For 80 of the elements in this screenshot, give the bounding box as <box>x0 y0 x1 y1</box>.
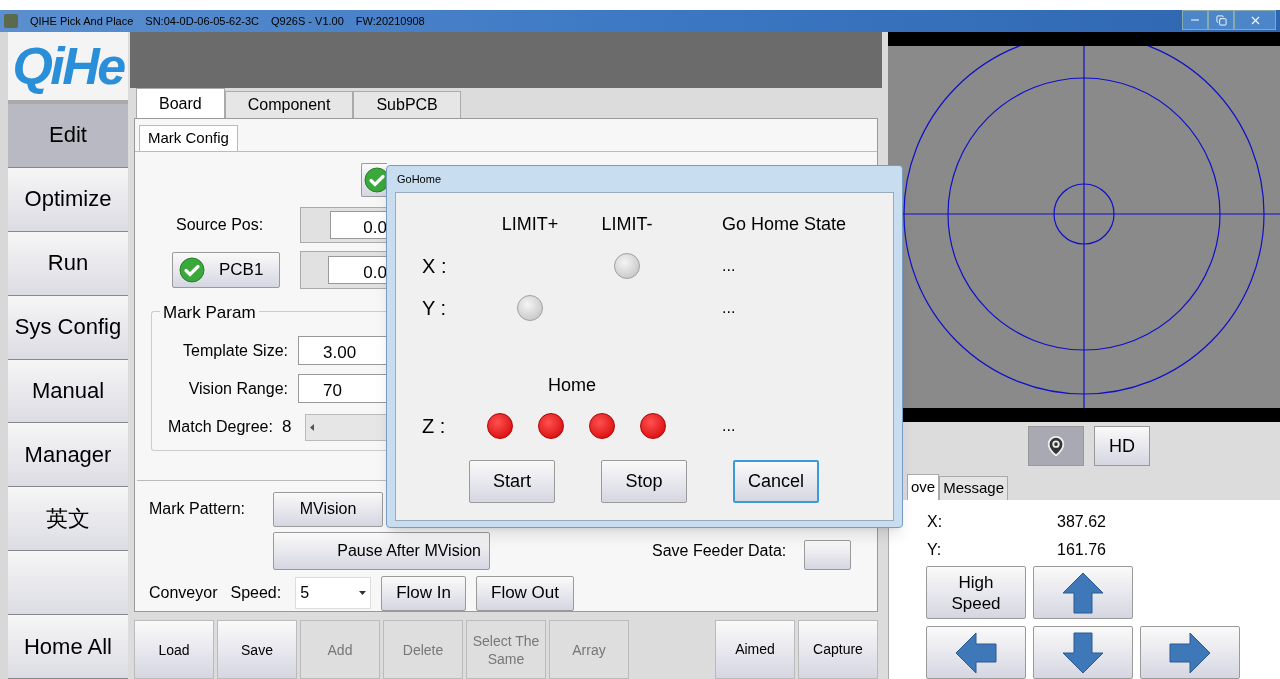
mvision-button[interactable]: MVision <box>273 491 383 527</box>
speed-label: Speed: <box>230 583 282 603</box>
input-field[interactable]: 70 <box>298 374 387 403</box>
tab[interactable]: ove <box>907 474 940 500</box>
restore-icon[interactable] <box>1208 10 1234 30</box>
sidebar-item[interactable]: Sys Config <box>8 295 128 360</box>
input-field[interactable]: 3.00 <box>298 336 387 365</box>
flow-button[interactable]: Flow In <box>381 575 466 611</box>
field-value: 8 <box>281 416 292 439</box>
axis-label: Z : <box>422 414 447 439</box>
field-label: Match Degree: <box>167 417 273 437</box>
tab[interactable]: Board <box>136 88 225 118</box>
window-title: SN:04-0D-06-05-62-3C <box>145 13 260 29</box>
pcb-button[interactable]: PCB1 <box>172 252 280 288</box>
home-state-text: ... <box>722 256 736 276</box>
tab[interactable]: Component <box>224 91 354 118</box>
move-down-button[interactable] <box>1033 626 1133 679</box>
column-header: LIMIT+ <box>500 212 560 236</box>
move-up-button[interactable] <box>1033 566 1133 619</box>
column-header: Go Home State <box>722 212 847 236</box>
sidebar-item[interactable]: Optimize <box>8 167 128 232</box>
dialog-button[interactable]: Cancel <box>733 460 819 503</box>
dialog-title: GoHome <box>396 172 443 187</box>
input-field[interactable]: 0.0 <box>328 256 387 284</box>
speed-dropdown[interactable]: 5 <box>295 577 372 609</box>
toolbar-button[interactable]: Capture <box>798 620 878 679</box>
toolbar-button[interactable]: Load <box>134 620 214 679</box>
field-label: Template Size: <box>182 340 289 361</box>
map-pin-icon <box>1045 435 1067 457</box>
sidebar-item[interactable]: Manual <box>8 359 128 424</box>
axis-value: 161.76 <box>1057 540 1106 560</box>
locate-button[interactable] <box>1028 426 1084 466</box>
column-header: LIMIT- <box>600 212 654 236</box>
slider-track[interactable] <box>305 413 387 441</box>
tab[interactable]: Message <box>939 476 1009 500</box>
mark-check-button[interactable] <box>361 163 387 197</box>
check-icon <box>179 257 205 283</box>
axis-value: 387.62 <box>1057 512 1106 532</box>
axis-label: X : <box>422 254 448 279</box>
high-speed-button[interactable]: High Speed <box>926 566 1026 619</box>
arrow-right-icon <box>1168 630 1212 675</box>
flow-button[interactable]: Flow Out <box>476 575 575 611</box>
app-icon <box>4 14 18 28</box>
move-left-button[interactable] <box>926 626 1026 679</box>
sidebar-item[interactable]: Edit <box>8 104 128 168</box>
source-pos-label: Source Pos: <box>176 215 265 235</box>
toolbar-button[interactable]: Aimed <box>715 620 795 679</box>
dialog-button[interactable]: Start <box>469 460 555 503</box>
tab[interactable]: SubPCB <box>353 91 461 118</box>
field-label: Vision Range: <box>187 378 289 399</box>
axis-label: X: <box>927 512 944 532</box>
mark-pattern-label: Mark Pattern: <box>149 499 247 519</box>
sidebar-item[interactable]: Manager <box>8 423 128 488</box>
logo: QiHe <box>12 36 124 97</box>
pause-after-mvision-button[interactable]: Pause After MVision <box>273 532 490 570</box>
sub-tab[interactable]: Mark Config <box>139 125 238 151</box>
save-feeder-data-label: Save Feeder Data: <box>652 541 787 561</box>
axis-label: Y : <box>422 296 448 321</box>
arrow-down-icon <box>1061 630 1105 675</box>
sidebar-item[interactable]: Home All <box>8 615 128 679</box>
sidebar-item[interactable]: 英文 <box>8 487 128 552</box>
sidebar-item[interactable]: Run <box>8 231 128 296</box>
move-right-button[interactable] <box>1140 626 1240 679</box>
arrow-up-icon <box>1061 570 1105 615</box>
input-field[interactable]: 0.0 <box>330 211 387 239</box>
home-state-text: ... <box>722 298 736 318</box>
toolbar-button[interactable]: Save <box>217 620 297 679</box>
dialog-button[interactable]: Stop <box>601 460 687 503</box>
hd-button[interactable]: HD <box>1094 426 1150 466</box>
window-title: Q926S - V1.00 <box>271 13 344 29</box>
home-label: Home <box>548 374 597 397</box>
window-title: FW:20210908 <box>355 13 425 29</box>
home-state-text: ... <box>722 416 736 436</box>
axis-label: Y: <box>927 540 943 560</box>
save-feeder-data-button[interactable] <box>804 540 852 570</box>
dropdown-caret-icon <box>359 591 367 595</box>
window-title: QIHE Pick And Place <box>30 13 134 29</box>
conveyor-label: Conveyor <box>149 583 218 603</box>
arrow-left-icon <box>954 630 998 675</box>
scroll-left-icon <box>310 423 316 431</box>
